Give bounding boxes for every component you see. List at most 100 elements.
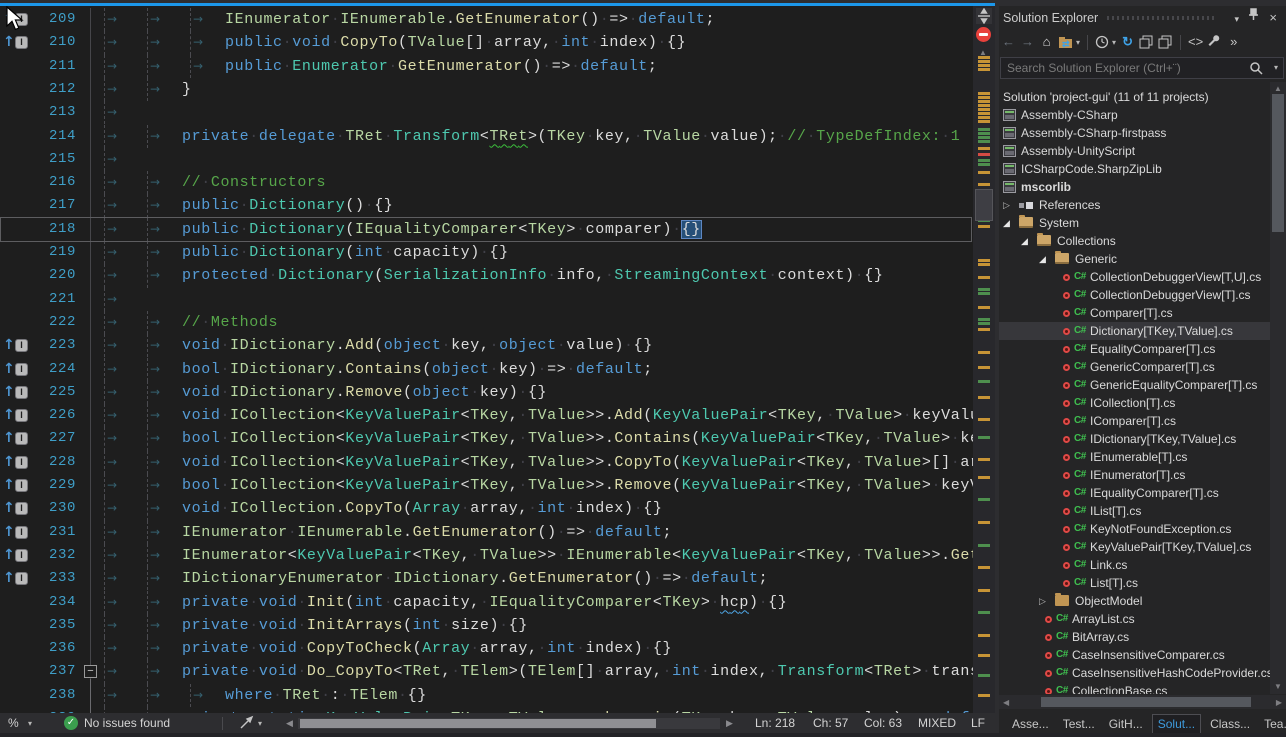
sync-with-active-document-icon[interactable]: ⇄ — [1058, 35, 1074, 49]
dock-tab[interactable]: Test... — [1058, 715, 1100, 733]
code-line[interactable]: 216→→//·Constructors — [0, 171, 973, 194]
refresh-icon[interactable]: ↻ — [1120, 31, 1135, 53]
code-line[interactable]: ↑I233→→IDictionaryEnumerator·IDictionary… — [0, 567, 973, 590]
search-icon[interactable] — [1249, 61, 1263, 75]
tree-item[interactable]: C#KeyNotFoundException.cs — [999, 520, 1270, 538]
line-number[interactable]: 220 — [30, 264, 76, 287]
expanded-arrow-icon[interactable]: ◢ — [1003, 214, 1010, 232]
code-line[interactable]: ↑I223→→void·IDictionary.Add(object·key,·… — [0, 334, 973, 357]
code-line[interactable]: ↑I224→→bool·IDictionary.Contains(object·… — [0, 358, 973, 381]
implements-interface-icon[interactable]: I — [15, 432, 28, 445]
tree-item[interactable]: C#IDictionary[TKey,TValue].cs — [999, 430, 1270, 448]
tree-item[interactable]: C#IEnumerator[T].cs — [999, 466, 1270, 484]
tree-item[interactable]: C#IComparer[T].cs — [999, 412, 1270, 430]
code-line[interactable]: ↑I229→→bool·ICollection<KeyValuePair<TKe… — [0, 474, 973, 497]
line-number[interactable]: 237 — [30, 660, 76, 683]
line-number[interactable]: 238 — [30, 684, 76, 707]
line-number[interactable]: 225 — [30, 381, 76, 404]
collapsed-arrow-icon[interactable]: ▷ — [1039, 592, 1046, 610]
status-character[interactable]: Ch: 57 — [813, 713, 848, 734]
tree-item[interactable]: C#ArrayList.cs — [999, 610, 1270, 628]
line-number[interactable]: 215 — [30, 148, 76, 171]
code-line[interactable]: 220→→protected·Dictionary(SerializationI… — [0, 264, 973, 287]
scroll-down-icon[interactable]: ▼ — [1274, 682, 1282, 691]
tree-item[interactable]: C#List[T].cs — [999, 574, 1270, 592]
view-code-icon[interactable]: <> — [1188, 31, 1203, 53]
editor-hscrollbar[interactable] — [298, 718, 720, 729]
override-up-arrow-icon[interactable]: ↑ — [3, 476, 15, 495]
implements-interface-icon[interactable]: I — [15, 363, 28, 376]
scroll-up-icon[interactable]: ▲ — [1274, 84, 1282, 93]
line-number[interactable]: 221 — [30, 288, 76, 311]
tree-item[interactable]: C#CollectionDebuggerView[T].cs — [999, 286, 1270, 304]
line-number[interactable]: 219 — [30, 241, 76, 264]
tree-item[interactable]: C#ICollection[T].cs — [999, 394, 1270, 412]
code-line[interactable]: 213→ — [0, 101, 973, 124]
tree-item[interactable]: C#CollectionBase.cs — [999, 682, 1270, 694]
line-number[interactable]: 216 — [30, 171, 76, 194]
tree-item[interactable]: ◢Generic — [999, 250, 1270, 268]
tree-item[interactable]: C#Comparer[T].cs — [999, 304, 1270, 322]
code-editor[interactable]: ↑I209→→→IEnumerator·IEnumerable.GetEnume… — [0, 0, 995, 713]
dock-tab[interactable]: Class... — [1205, 715, 1255, 733]
code-line[interactable]: 217→→public·Dictionary()·{} — [0, 194, 973, 217]
implements-interface-icon[interactable]: I — [15, 526, 28, 539]
override-up-arrow-icon[interactable]: ↑ — [3, 569, 15, 588]
implements-interface-icon[interactable]: I — [15, 479, 28, 492]
dock-tab[interactable]: Solut... — [1152, 714, 1201, 734]
tree-item[interactable]: C#EqualityComparer[T].cs — [999, 340, 1270, 358]
tree-item[interactable]: Assembly-UnityScript — [999, 142, 1270, 160]
properties-wrench-icon[interactable] — [1207, 35, 1222, 49]
line-number[interactable]: 236 — [30, 637, 76, 660]
overflow-icon[interactable]: » — [1226, 31, 1241, 53]
code-line[interactable]: 215→ — [0, 148, 973, 171]
tree-item[interactable]: C#GenericComparer[T].cs — [999, 358, 1270, 376]
override-up-arrow-icon[interactable]: ↑ — [3, 546, 15, 565]
back-icon[interactable]: ← — [1001, 31, 1016, 53]
sync-caret-icon[interactable]: ▾ — [1076, 38, 1080, 47]
editor-hscrollbar-thumb[interactable] — [300, 719, 656, 728]
code-line[interactable]: ↑I209→→→IEnumerator·IEnumerable.GetEnume… — [0, 8, 973, 31]
code-line[interactable]: 237→→private·void·Do_CopyTo<TRet,·TElem>… — [0, 660, 973, 683]
tree-vertical-scrollbar[interactable]: ▲ ▼ — [1270, 82, 1286, 694]
code-line[interactable]: ↑I230→→void·ICollection.CopyTo(Array·arr… — [0, 497, 973, 520]
tree-item[interactable]: ICSharpCode.SharpZipLib — [999, 160, 1270, 178]
implements-interface-icon[interactable]: I — [15, 456, 28, 469]
code-line[interactable]: 234→→private·void·Init(int·capacity,·IEq… — [0, 591, 973, 614]
status-line[interactable]: Ln: 218 — [755, 713, 795, 734]
scroll-left-icon[interactable]: ◀ — [1003, 698, 1009, 707]
window-position-chevron-icon[interactable]: ▾ — [1234, 9, 1239, 29]
code-line[interactable]: 222→→//·Methods — [0, 311, 973, 334]
home-icon[interactable]: ⌂ — [1039, 31, 1054, 53]
code-line[interactable]: ↑I226→→void·ICollection<KeyValuePair<TKe… — [0, 404, 973, 427]
line-number[interactable]: 214 — [30, 125, 76, 148]
tree-item[interactable]: ◢Collections — [999, 232, 1270, 250]
override-up-arrow-icon[interactable]: ↑ — [3, 523, 15, 542]
line-number[interactable]: 229 — [30, 474, 76, 497]
line-number[interactable]: 227 — [30, 427, 76, 450]
code-line[interactable]: ↑I232→→IEnumerator<KeyValuePair<TKey,·TV… — [0, 544, 973, 567]
expanded-arrow-icon[interactable]: ◢ — [1021, 232, 1028, 250]
hscroll-right-icon[interactable]: ▶ — [726, 718, 733, 729]
zoom-caret-icon[interactable]: ▾ — [28, 713, 32, 734]
tree-item[interactable]: ◢System — [999, 214, 1270, 232]
tree-item[interactable]: ▷ObjectModel — [999, 592, 1270, 610]
implements-interface-icon[interactable]: I — [15, 36, 28, 49]
code-line[interactable]: ↑I210→→→public·void·CopyTo(TValue[]·arra… — [0, 31, 973, 54]
line-number[interactable]: 213 — [30, 101, 76, 124]
code-line[interactable]: 238→→→where·TRet·:·TElem·{} — [0, 684, 973, 707]
override-up-arrow-icon[interactable]: ↑ — [3, 33, 15, 52]
tree-item[interactable]: Assembly-CSharp-firstpass — [999, 124, 1270, 142]
expanded-arrow-icon[interactable]: ◢ — [1039, 250, 1046, 268]
tree-scrollbar-thumb[interactable] — [1272, 94, 1284, 232]
hscroll-left-icon[interactable]: ◀ — [286, 718, 293, 729]
search-options-caret-icon[interactable]: ▾ — [1274, 63, 1278, 72]
status-column[interactable]: Col: 63 — [864, 713, 902, 734]
editor-scrollbar[interactable]: ▲ — [973, 6, 995, 713]
status-line-ending[interactable]: LF — [971, 713, 985, 734]
line-number[interactable]: 223 — [30, 334, 76, 357]
line-number[interactable]: 232 — [30, 544, 76, 567]
line-number[interactable]: 230 — [30, 497, 76, 520]
tree-item[interactable]: C#Dictionary[TKey,TValue].cs — [999, 322, 1270, 340]
pin-icon[interactable] — [1247, 7, 1259, 21]
